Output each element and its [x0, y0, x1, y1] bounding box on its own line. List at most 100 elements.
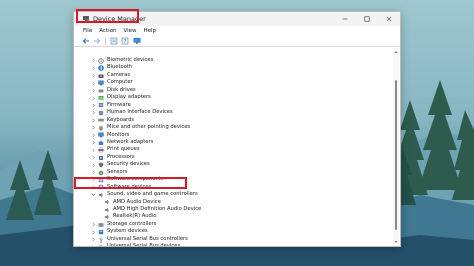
device-label: Disk drives — [107, 86, 136, 93]
device-manager-window[interactable]: Device Manager File Action View Help ? B… — [73, 11, 401, 247]
chevron-right-icon[interactable] — [91, 236, 96, 243]
device-item[interactable]: AMD High Definition Audio Device — [104, 206, 201, 214]
toolbar: ? — [74, 36, 400, 47]
chevron-right-icon[interactable] — [91, 102, 96, 109]
chevron-right-icon[interactable] — [91, 65, 96, 72]
speaker-icon — [104, 207, 110, 213]
chevron-right-icon[interactable] — [91, 244, 96, 246]
device-category[interactable]: Monitors — [91, 132, 129, 140]
chevron-right-icon[interactable] — [91, 154, 96, 161]
close-button[interactable] — [378, 12, 400, 26]
device-label: Sensors — [107, 168, 128, 175]
device-label: Display adapters — [107, 94, 151, 101]
device-category[interactable]: Mice and other pointing devices — [91, 124, 190, 132]
chevron-right-icon[interactable] — [91, 109, 96, 116]
device-category[interactable]: Sound, video and game controllers — [91, 191, 198, 199]
device-label: Bluetooth — [107, 64, 133, 71]
device-label: Monitors — [107, 131, 130, 138]
device-category[interactable]: Print queues — [91, 146, 140, 154]
toolbar-separator — [105, 37, 106, 45]
device-label: Processors — [107, 153, 135, 160]
bluetooth-icon — [98, 65, 104, 71]
device-item[interactable]: AMD Audio Device — [104, 199, 161, 207]
device-tree[interactable]: Biometric devices Bluetooth Cameras Compute… — [74, 48, 392, 246]
minimize-icon — [342, 18, 348, 20]
chevron-right-icon[interactable] — [91, 229, 96, 236]
chevron-right-icon[interactable] — [91, 72, 96, 79]
maximize-button[interactable] — [356, 12, 378, 26]
computer-icon — [98, 80, 104, 86]
help-button[interactable]: ? — [121, 37, 130, 46]
device-category[interactable]: Keyboards — [91, 117, 134, 125]
fingerprint-icon — [98, 58, 104, 64]
vertical-scrollbar[interactable] — [393, 48, 399, 246]
device-category[interactable]: Universal Serial Bus controllers — [91, 236, 188, 244]
storage-icon — [98, 222, 104, 228]
speaker-icon — [98, 192, 104, 198]
display-button[interactable] — [132, 37, 141, 46]
device-category[interactable]: Network adapters — [91, 139, 153, 147]
printer-icon — [98, 147, 104, 153]
device-label: Security devices — [107, 161, 150, 168]
menu-action[interactable]: Action — [96, 26, 120, 36]
chevron-right-icon[interactable] — [91, 95, 96, 102]
minimize-button[interactable] — [334, 12, 356, 26]
chevron-right-icon[interactable] — [91, 57, 96, 64]
chevron-right-icon[interactable] — [91, 147, 96, 154]
device-category[interactable]: Firmware — [91, 102, 131, 110]
chevron-right-icon[interactable] — [91, 87, 96, 94]
keyboard-icon — [98, 117, 104, 123]
device-category[interactable]: Security devices — [91, 161, 150, 169]
device-category[interactable]: Storage controllers — [91, 221, 156, 229]
chevron-right-icon[interactable] — [91, 139, 96, 146]
chevron-right-icon[interactable] — [91, 132, 96, 139]
device-category[interactable]: Bluetooth — [91, 64, 132, 72]
scroll-down-icon[interactable] — [394, 240, 398, 244]
back-button[interactable] — [81, 37, 90, 46]
menu-view[interactable]: View — [120, 26, 140, 36]
device-label: AMD High Definition Audio Device — [113, 206, 202, 212]
speaker-icon — [104, 214, 110, 220]
scroll-up-icon[interactable] — [394, 50, 398, 54]
chevron-right-icon[interactable] — [91, 221, 96, 228]
properties-button[interactable] — [109, 37, 118, 46]
disk-icon — [98, 88, 104, 94]
device-category[interactable]: Cameras — [91, 72, 130, 80]
window-controls — [334, 12, 400, 26]
chevron-right-icon[interactable] — [91, 162, 96, 169]
sensor-icon — [98, 170, 104, 176]
device-label: Computer — [107, 79, 133, 86]
forward-button[interactable] — [93, 37, 102, 46]
device-category[interactable]: Disk drives — [91, 87, 136, 95]
device-category[interactable]: Display adapters — [91, 94, 151, 102]
chevron-right-icon[interactable] — [91, 117, 96, 124]
device-label: Realtek(R) Audio — [113, 213, 157, 220]
display-icon — [98, 95, 104, 101]
menu-file[interactable]: File — [74, 26, 96, 36]
chevron-right-icon[interactable] — [91, 80, 96, 87]
device-label: Firmware — [107, 101, 131, 108]
chevron-down-icon[interactable] — [91, 191, 96, 198]
device-label: Keyboards — [107, 116, 135, 123]
firmware-icon — [98, 102, 104, 108]
device-label: Storage controllers — [107, 220, 157, 227]
device-label: Network adapters — [107, 138, 154, 145]
device-category[interactable]: Human Interface Devices — [91, 109, 173, 117]
scroll-thumb[interactable] — [395, 80, 397, 230]
device-category[interactable]: Processors — [91, 154, 135, 162]
usb-icon — [98, 244, 104, 246]
device-item[interactable]: Realtek(R) Audio — [104, 213, 156, 221]
sound-row-highlight-box — [74, 177, 187, 189]
chevron-right-icon[interactable] — [91, 124, 96, 131]
mouse-icon — [98, 125, 104, 131]
monitor-icon — [98, 132, 104, 138]
menu-bar: File Action View Help — [74, 26, 400, 36]
device-category[interactable]: Computer — [91, 79, 133, 87]
device-category[interactable]: Biometric devices — [91, 57, 153, 65]
menu-help[interactable]: Help — [140, 26, 160, 36]
device-category[interactable]: Sensors — [91, 169, 127, 177]
chevron-right-icon[interactable] — [91, 169, 96, 176]
device-category[interactable]: System devices — [91, 228, 148, 236]
device-category[interactable]: Universal Serial Bus devices — [91, 243, 180, 246]
maximize-icon — [364, 16, 370, 22]
